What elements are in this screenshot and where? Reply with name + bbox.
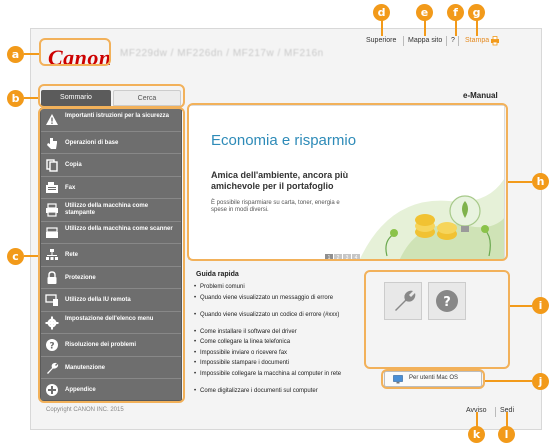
model-name: MF229dw / MF226dn / MF217w / MF216n <box>120 48 324 59</box>
help-link[interactable]: ? <box>451 37 455 44</box>
bullet-icon: • <box>194 370 197 377</box>
footer: Copyright CANON INC. 2015 Avviso Sedi <box>30 405 542 419</box>
callout-leader <box>510 305 532 307</box>
callout-frame-j <box>381 369 485 389</box>
callout-badge-c: c <box>7 248 24 265</box>
bullet-icon: • <box>194 294 197 301</box>
callout-frame-h <box>187 103 508 261</box>
callout-badge-f: f <box>447 4 464 21</box>
bullet-icon: • <box>194 339 197 345</box>
callout-badge-i: i <box>532 297 549 314</box>
bullet-icon: • <box>194 349 197 356</box>
callout-leader <box>24 255 38 257</box>
callout-badge-b: b <box>7 90 24 107</box>
quick-guide-item-label: Impossibile inviare o ricevere fax <box>200 349 288 356</box>
quick-guide-item-label: Quando viene visualizzato un messaggio d… <box>200 294 334 301</box>
callout-leader <box>485 380 532 382</box>
link-divider <box>458 36 459 46</box>
quick-guide-item[interactable]: • Quando viene visualizzato un codice di … <box>194 311 385 319</box>
footer-divider <box>495 407 496 417</box>
print-link[interactable]: Stampa <box>465 37 489 44</box>
quick-guide-item-label: Come installare il software del driver <box>200 328 297 335</box>
callout-badge-d: d <box>373 4 390 21</box>
quick-guide-item[interactable]: • Come installare il software del driver <box>194 328 385 336</box>
bullet-icon: • <box>194 328 197 335</box>
sitemap-link[interactable]: Mappa sito <box>408 37 442 44</box>
callout-badge-k: k <box>468 426 485 443</box>
bullet-icon: • <box>194 284 197 290</box>
page-title: e-Manual <box>463 91 498 100</box>
callout-badge-j: j <box>532 373 549 390</box>
quick-guide-item[interactable]: • Impossibile stampare i documenti <box>194 360 385 367</box>
quick-guide-item[interactable]: • Quando viene visualizzato un messaggio … <box>194 294 385 302</box>
callout-leader <box>24 97 38 99</box>
bullet-icon: • <box>194 360 197 366</box>
copyright: Copyright CANON INC. 2015 <box>46 407 124 413</box>
quick-guide-title: Guida rapida <box>196 271 239 278</box>
quick-guide-item[interactable]: • Impossibile collegare la macchina al co… <box>194 370 385 378</box>
quick-guide-item-label: Problemi comuni <box>200 284 245 290</box>
callout-leader <box>24 53 39 55</box>
quick-guide-item-label: Come collegare la linea telefonica <box>200 339 291 345</box>
callout-leader <box>506 412 508 427</box>
callout-badge-h: h <box>532 173 549 190</box>
link-divider <box>403 36 404 46</box>
quick-guide-item-label: Impossibile stampare i documenti <box>200 360 290 366</box>
callout-leader <box>476 412 478 427</box>
quick-guide-item[interactable]: • Impossibile inviare o ricevere fax <box>194 349 385 357</box>
callout-badge-e: e <box>416 4 433 21</box>
quick-guide-item-label: Quando viene visualizzato un codice di e… <box>200 311 340 318</box>
callout-badge-l: l <box>498 426 515 443</box>
callout-frame-i <box>364 270 510 369</box>
callout-frame-b <box>38 84 185 108</box>
bullet-icon: • <box>194 311 197 318</box>
bullet-icon: • <box>194 387 197 394</box>
printer-icon[interactable] <box>490 36 500 46</box>
callout-frame-c <box>38 107 185 403</box>
callout-frame-a <box>39 38 111 66</box>
callout-badge-a: a <box>7 46 24 63</box>
callout-badge-g: g <box>468 4 485 21</box>
link-divider <box>446 36 447 46</box>
quick-guide-item-label: Impossibile collegare la macchina al com… <box>200 370 342 377</box>
quick-guide-item[interactable]: • Problemi comuni <box>194 284 385 291</box>
quick-guide-item[interactable]: • Come collegare la linea telefonica <box>194 339 385 346</box>
quick-guide-item[interactable]: • Come digitalizzare i documenti sul comp… <box>194 387 385 395</box>
top-link[interactable]: Superiore <box>366 37 396 44</box>
callout-leader <box>508 181 532 183</box>
quick-guide-item-label: Come digitalizzare i documenti sul compu… <box>200 387 318 394</box>
